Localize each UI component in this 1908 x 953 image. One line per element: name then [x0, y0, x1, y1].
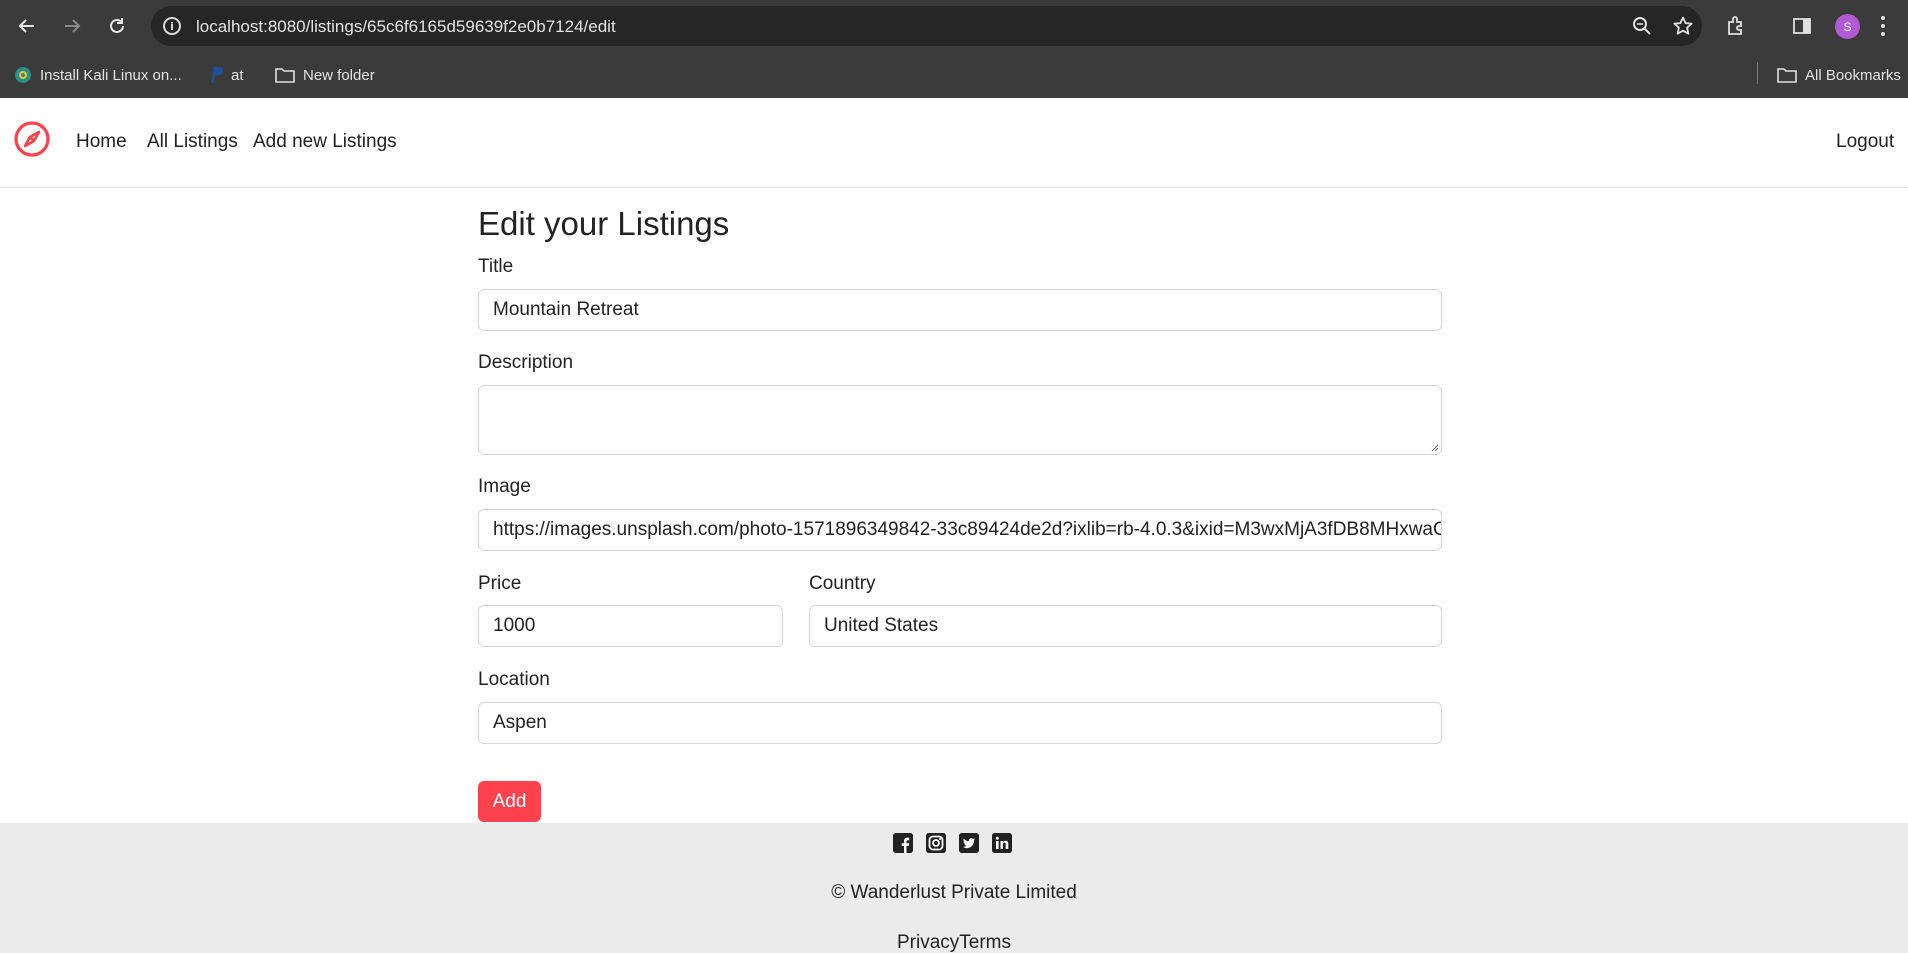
bookmark-star-icon[interactable] [1672, 15, 1694, 37]
instagram-icon[interactable] [926, 833, 946, 853]
nav-logout[interactable]: Logout [1836, 131, 1894, 153]
all-bookmarks-label: All Bookmarks [1805, 66, 1901, 84]
kali-favicon-icon [15, 67, 31, 83]
location-label: Location [478, 669, 550, 690]
price-label: Price [478, 573, 522, 594]
country-input[interactable]: United States [809, 605, 1442, 647]
title-label: Title [478, 256, 514, 277]
address-bar[interactable]: i localhost:8080/listings/65c6f6165d5963… [151, 6, 1702, 46]
description-label: Description [478, 352, 574, 373]
nav-all-listings[interactable]: All Listings [147, 131, 238, 153]
bookmark-label: New folder [303, 66, 375, 84]
bookmark-kali[interactable]: Install Kali Linux on... [14, 64, 182, 86]
resize-grip-icon[interactable] [1429, 442, 1439, 452]
site-info-icon[interactable]: i [163, 17, 181, 35]
zoom-icon[interactable] [1631, 15, 1653, 37]
bookmark-label: at [231, 66, 244, 84]
bookmark-at[interactable]: at [209, 64, 244, 86]
social-links [893, 833, 1012, 853]
terms-link[interactable]: Terms [959, 932, 1011, 953]
extensions-icon[interactable] [1723, 13, 1749, 39]
copyright-text: © Wanderlust Private Limited [831, 882, 1077, 903]
title-input[interactable]: Mountain Retreat [478, 289, 1442, 331]
twitter-icon[interactable] [959, 833, 979, 853]
add-button[interactable]: Add [478, 781, 541, 822]
nav-home[interactable]: Home [76, 131, 127, 153]
image-url-input[interactable]: https://images.unsplash.com/photo-157189… [478, 509, 1442, 551]
image-label: Image [478, 476, 531, 497]
linkedin-icon[interactable] [992, 833, 1012, 853]
all-bookmarks[interactable]: All Bookmarks [1777, 64, 1901, 86]
bookmark-new-folder[interactable]: New folder [275, 64, 375, 86]
paypal-favicon-icon [211, 67, 223, 83]
browser-menu-icon[interactable] [1878, 14, 1888, 38]
arrow-right-icon [65, 19, 81, 33]
browser-toolbar: i localhost:8080/listings/65c6f6165d5963… [0, 0, 1908, 52]
back-button[interactable] [14, 13, 40, 39]
compass-icon[interactable] [13, 120, 51, 158]
site-navbar: Home All Listings Add new Listings Logou… [0, 98, 1908, 188]
arrow-left-icon [18, 19, 34, 33]
bookmarks-divider [1757, 62, 1758, 84]
profile-avatar[interactable]: S [1835, 14, 1860, 39]
forward-button[interactable] [59, 13, 85, 39]
bookmarks-bar: Install Kali Linux on... at New folder A… [0, 52, 1908, 98]
site-footer: © Wanderlust Private Limited PrivacyTerm… [0, 823, 1908, 953]
page-title: Edit your Listings [478, 205, 730, 242]
price-input[interactable]: 1000 [478, 605, 783, 647]
bookmark-label: Install Kali Linux on... [40, 66, 182, 84]
url-text[interactable]: localhost:8080/listings/65c6f6165d59639f… [196, 17, 616, 37]
description-textarea[interactable] [478, 385, 1442, 455]
profile-initial: S [1843, 19, 1852, 34]
side-panel-icon[interactable] [1789, 13, 1815, 39]
folder-icon [275, 68, 295, 83]
reload-icon [110, 18, 124, 33]
folder-icon [1777, 68, 1797, 83]
reload-button[interactable] [104, 13, 130, 39]
nav-add-listing[interactable]: Add new Listings [253, 131, 397, 153]
location-input[interactable]: Aspen [478, 702, 1442, 744]
facebook-icon[interactable] [893, 833, 913, 853]
privacy-link[interactable]: Privacy [897, 932, 959, 953]
footer-links: PrivacyTerms [0, 932, 1908, 953]
country-label: Country [809, 573, 876, 594]
